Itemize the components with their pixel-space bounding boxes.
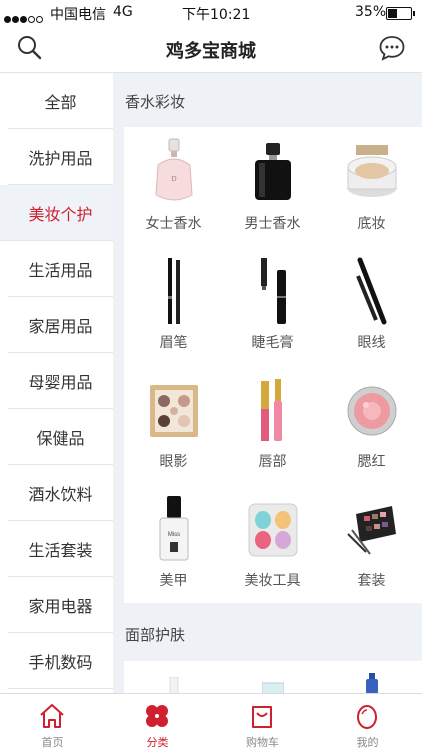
clock: 下午10:21 bbox=[182, 7, 251, 23]
category-sidebar: 全部 洗护用品 美妆个护 生活用品 家居用品 母婴用品 保健品 酒水饮料 生活套… bbox=[0, 73, 113, 693]
subcategory-mens-perfume[interactable]: 男士香水 bbox=[223, 127, 322, 245]
eyebrow-pencil-icon bbox=[168, 258, 180, 324]
cologne-bottle-icon bbox=[255, 143, 291, 200]
eyeliner-icon bbox=[356, 257, 387, 325]
sidebar-item-all[interactable]: 全部 bbox=[8, 73, 113, 129]
tab-bar: 首页 分类 购物车 我的 bbox=[0, 693, 422, 751]
battery-icon bbox=[386, 7, 415, 20]
perfume-bottle-icon: D bbox=[155, 138, 193, 201]
home-icon bbox=[40, 704, 64, 728]
cushion-compact-icon bbox=[347, 145, 397, 197]
subcategory-grid: D 女士香水 男士香水 底妆 眉笔 睫毛膏 眼线 眼影 唇部 腮红 Miss 美… bbox=[124, 127, 422, 603]
sidebar-item-health[interactable]: 保健品 bbox=[8, 409, 113, 465]
nav-bar: 鸡多宝商城 bbox=[0, 24, 422, 73]
mascara-icon bbox=[261, 258, 286, 324]
subcategory-eyeliner[interactable]: 眼线 bbox=[322, 246, 421, 364]
sidebar-item-life-sets[interactable]: 生活套装 bbox=[8, 521, 113, 577]
sidebar-item-drinks[interactable]: 酒水饮料 bbox=[8, 465, 113, 521]
sidebar-item-toiletries[interactable]: 洗护用品 bbox=[8, 129, 113, 185]
cart-icon bbox=[252, 706, 272, 728]
subcategory-womens-perfume[interactable]: D 女士香水 bbox=[124, 127, 223, 245]
subcategory-eyebrow-pencil[interactable]: 眉笔 bbox=[124, 246, 223, 364]
section-title: 香水彩妆 bbox=[125, 93, 186, 111]
eyeshadow-palette-icon bbox=[150, 385, 198, 437]
page-title: 鸡多宝商城 bbox=[166, 41, 256, 62]
sidebar-item-appliances[interactable]: 家用电器 bbox=[8, 577, 113, 633]
section-title: 面部护肤 bbox=[125, 626, 186, 644]
sidebar-item-digital[interactable]: 手机数码 bbox=[8, 633, 113, 689]
sidebar-item-beauty[interactable]: 美妆个护 bbox=[0, 185, 113, 241]
cream-jar-icon bbox=[262, 682, 284, 693]
subcategory-grid bbox=[124, 661, 422, 693]
carrier-label: 中国电信 bbox=[50, 7, 106, 23]
svg-text:D: D bbox=[171, 175, 176, 183]
makeup-kit-icon bbox=[347, 506, 396, 555]
status-bar: 中国电信 4G 下午10:21 35% bbox=[0, 0, 422, 24]
blush-compact-icon bbox=[347, 386, 397, 436]
makeup-sponge-icon bbox=[248, 503, 298, 557]
tab-category[interactable]: 分类 bbox=[105, 694, 210, 751]
subcategory-foundation[interactable]: 底妆 bbox=[322, 127, 421, 245]
nail-polish-icon: Miss bbox=[159, 496, 189, 561]
subcategory-blush[interactable]: 腮红 bbox=[322, 365, 421, 483]
network-label: 4G bbox=[113, 4, 133, 20]
subcategory-nails[interactable]: Miss 美甲 bbox=[124, 484, 223, 602]
toner-bottle-icon bbox=[366, 673, 378, 693]
category-icon bbox=[146, 705, 168, 727]
lotion-bottle-icon bbox=[169, 677, 179, 693]
subcategory-eyeshadow[interactable]: 眼影 bbox=[124, 365, 223, 483]
subcategory-sets[interactable]: 套装 bbox=[322, 484, 421, 602]
chat-icon[interactable] bbox=[378, 34, 406, 62]
sidebar-item-daily-goods[interactable]: 生活用品 bbox=[8, 241, 113, 297]
subcategory-mascara[interactable]: 睫毛膏 bbox=[223, 246, 322, 364]
subcategory-panel: 香水彩妆 D 女士香水 男士香水 底妆 眉笔 睫毛膏 眼线 眼影 唇部 腮红 M… bbox=[113, 73, 422, 693]
svg-text:Miss: Miss bbox=[168, 532, 180, 538]
battery-percent: 35% bbox=[355, 4, 387, 20]
tab-home[interactable]: 首页 bbox=[0, 694, 105, 751]
subcategory-makeup-tools[interactable]: 美妆工具 bbox=[223, 484, 322, 602]
tab-profile[interactable]: 我的 bbox=[315, 694, 420, 751]
subcategory-lips[interactable]: 唇部 bbox=[223, 365, 322, 483]
lip-gloss-icon bbox=[261, 379, 282, 441]
sidebar-item-home-goods[interactable]: 家居用品 bbox=[8, 297, 113, 353]
profile-icon bbox=[357, 705, 377, 729]
tab-cart[interactable]: 购物车 bbox=[210, 694, 315, 751]
sidebar-item-mother-baby[interactable]: 母婴用品 bbox=[8, 353, 113, 409]
